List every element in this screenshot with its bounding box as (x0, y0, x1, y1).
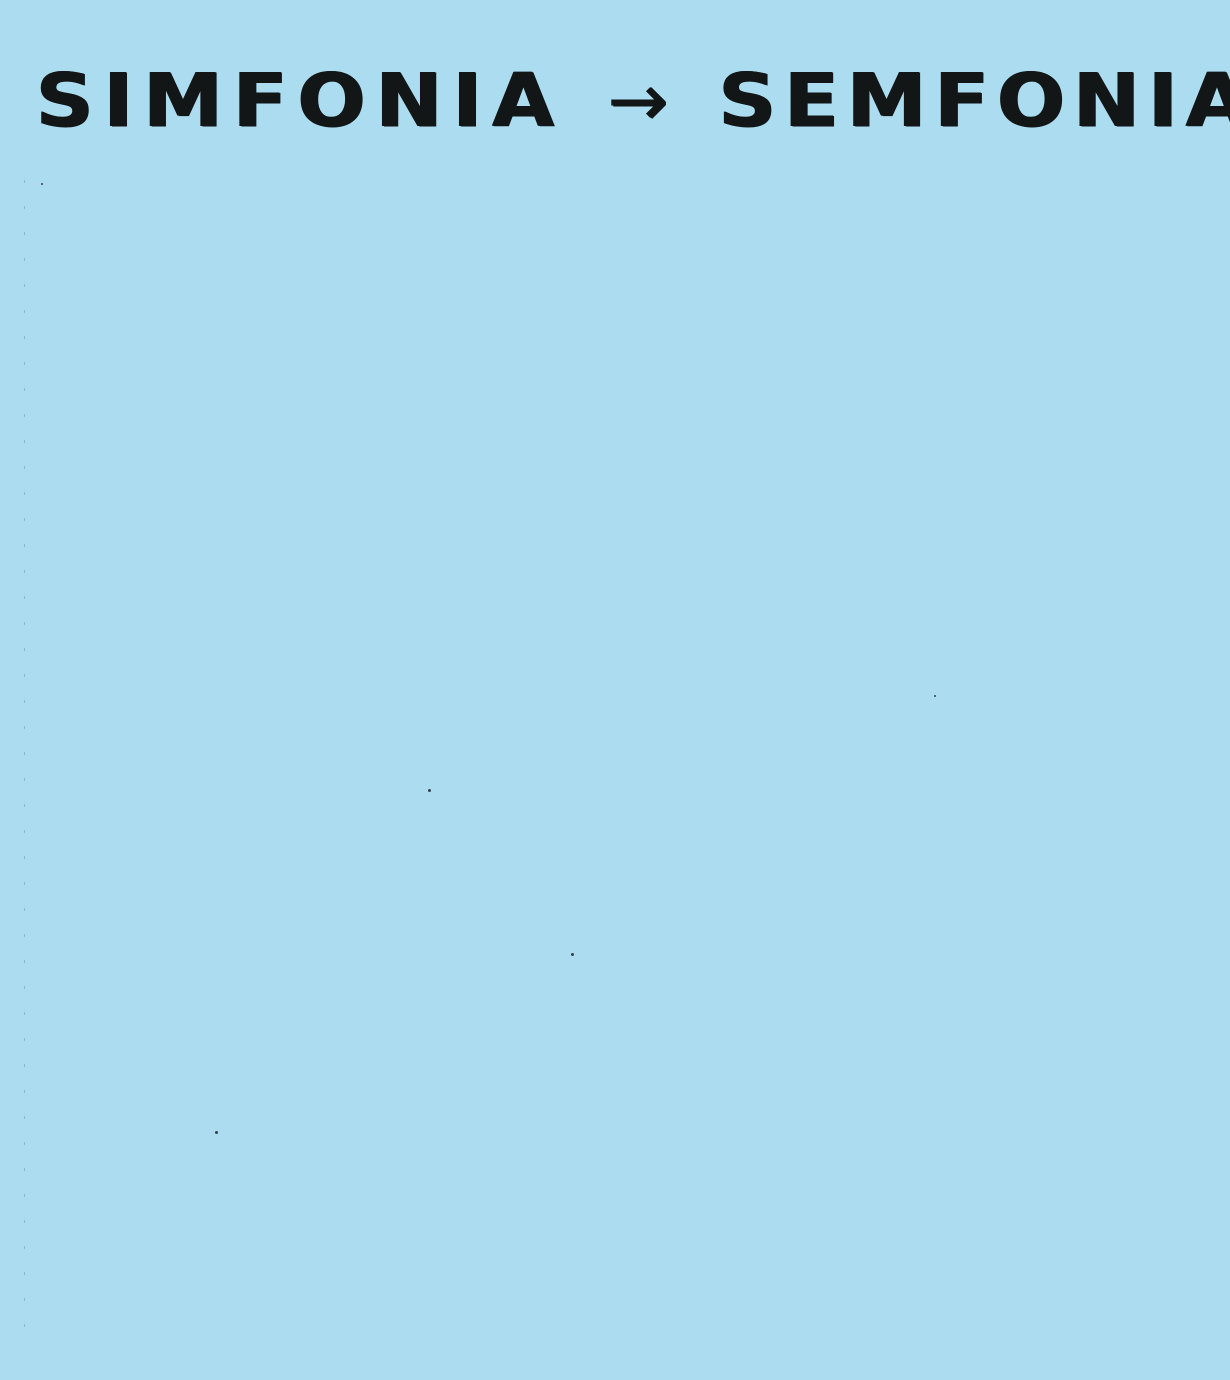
paper-speck (41, 183, 43, 185)
paper-speck (428, 789, 431, 792)
paper-speck (934, 695, 936, 697)
paper-speck (215, 1131, 218, 1134)
changed-word: SEMFONIA (718, 57, 1230, 143)
original-word: SIMFONIA (36, 57, 565, 143)
paper-speck (571, 953, 574, 956)
paper-left-edge (24, 180, 25, 1340)
arrow-icon: → (608, 58, 669, 142)
sheet: SIMFONIA → SEMFONIA (0, 0, 1230, 1380)
handwritten-line: SIMFONIA → SEMFONIA (30, 40, 1230, 160)
